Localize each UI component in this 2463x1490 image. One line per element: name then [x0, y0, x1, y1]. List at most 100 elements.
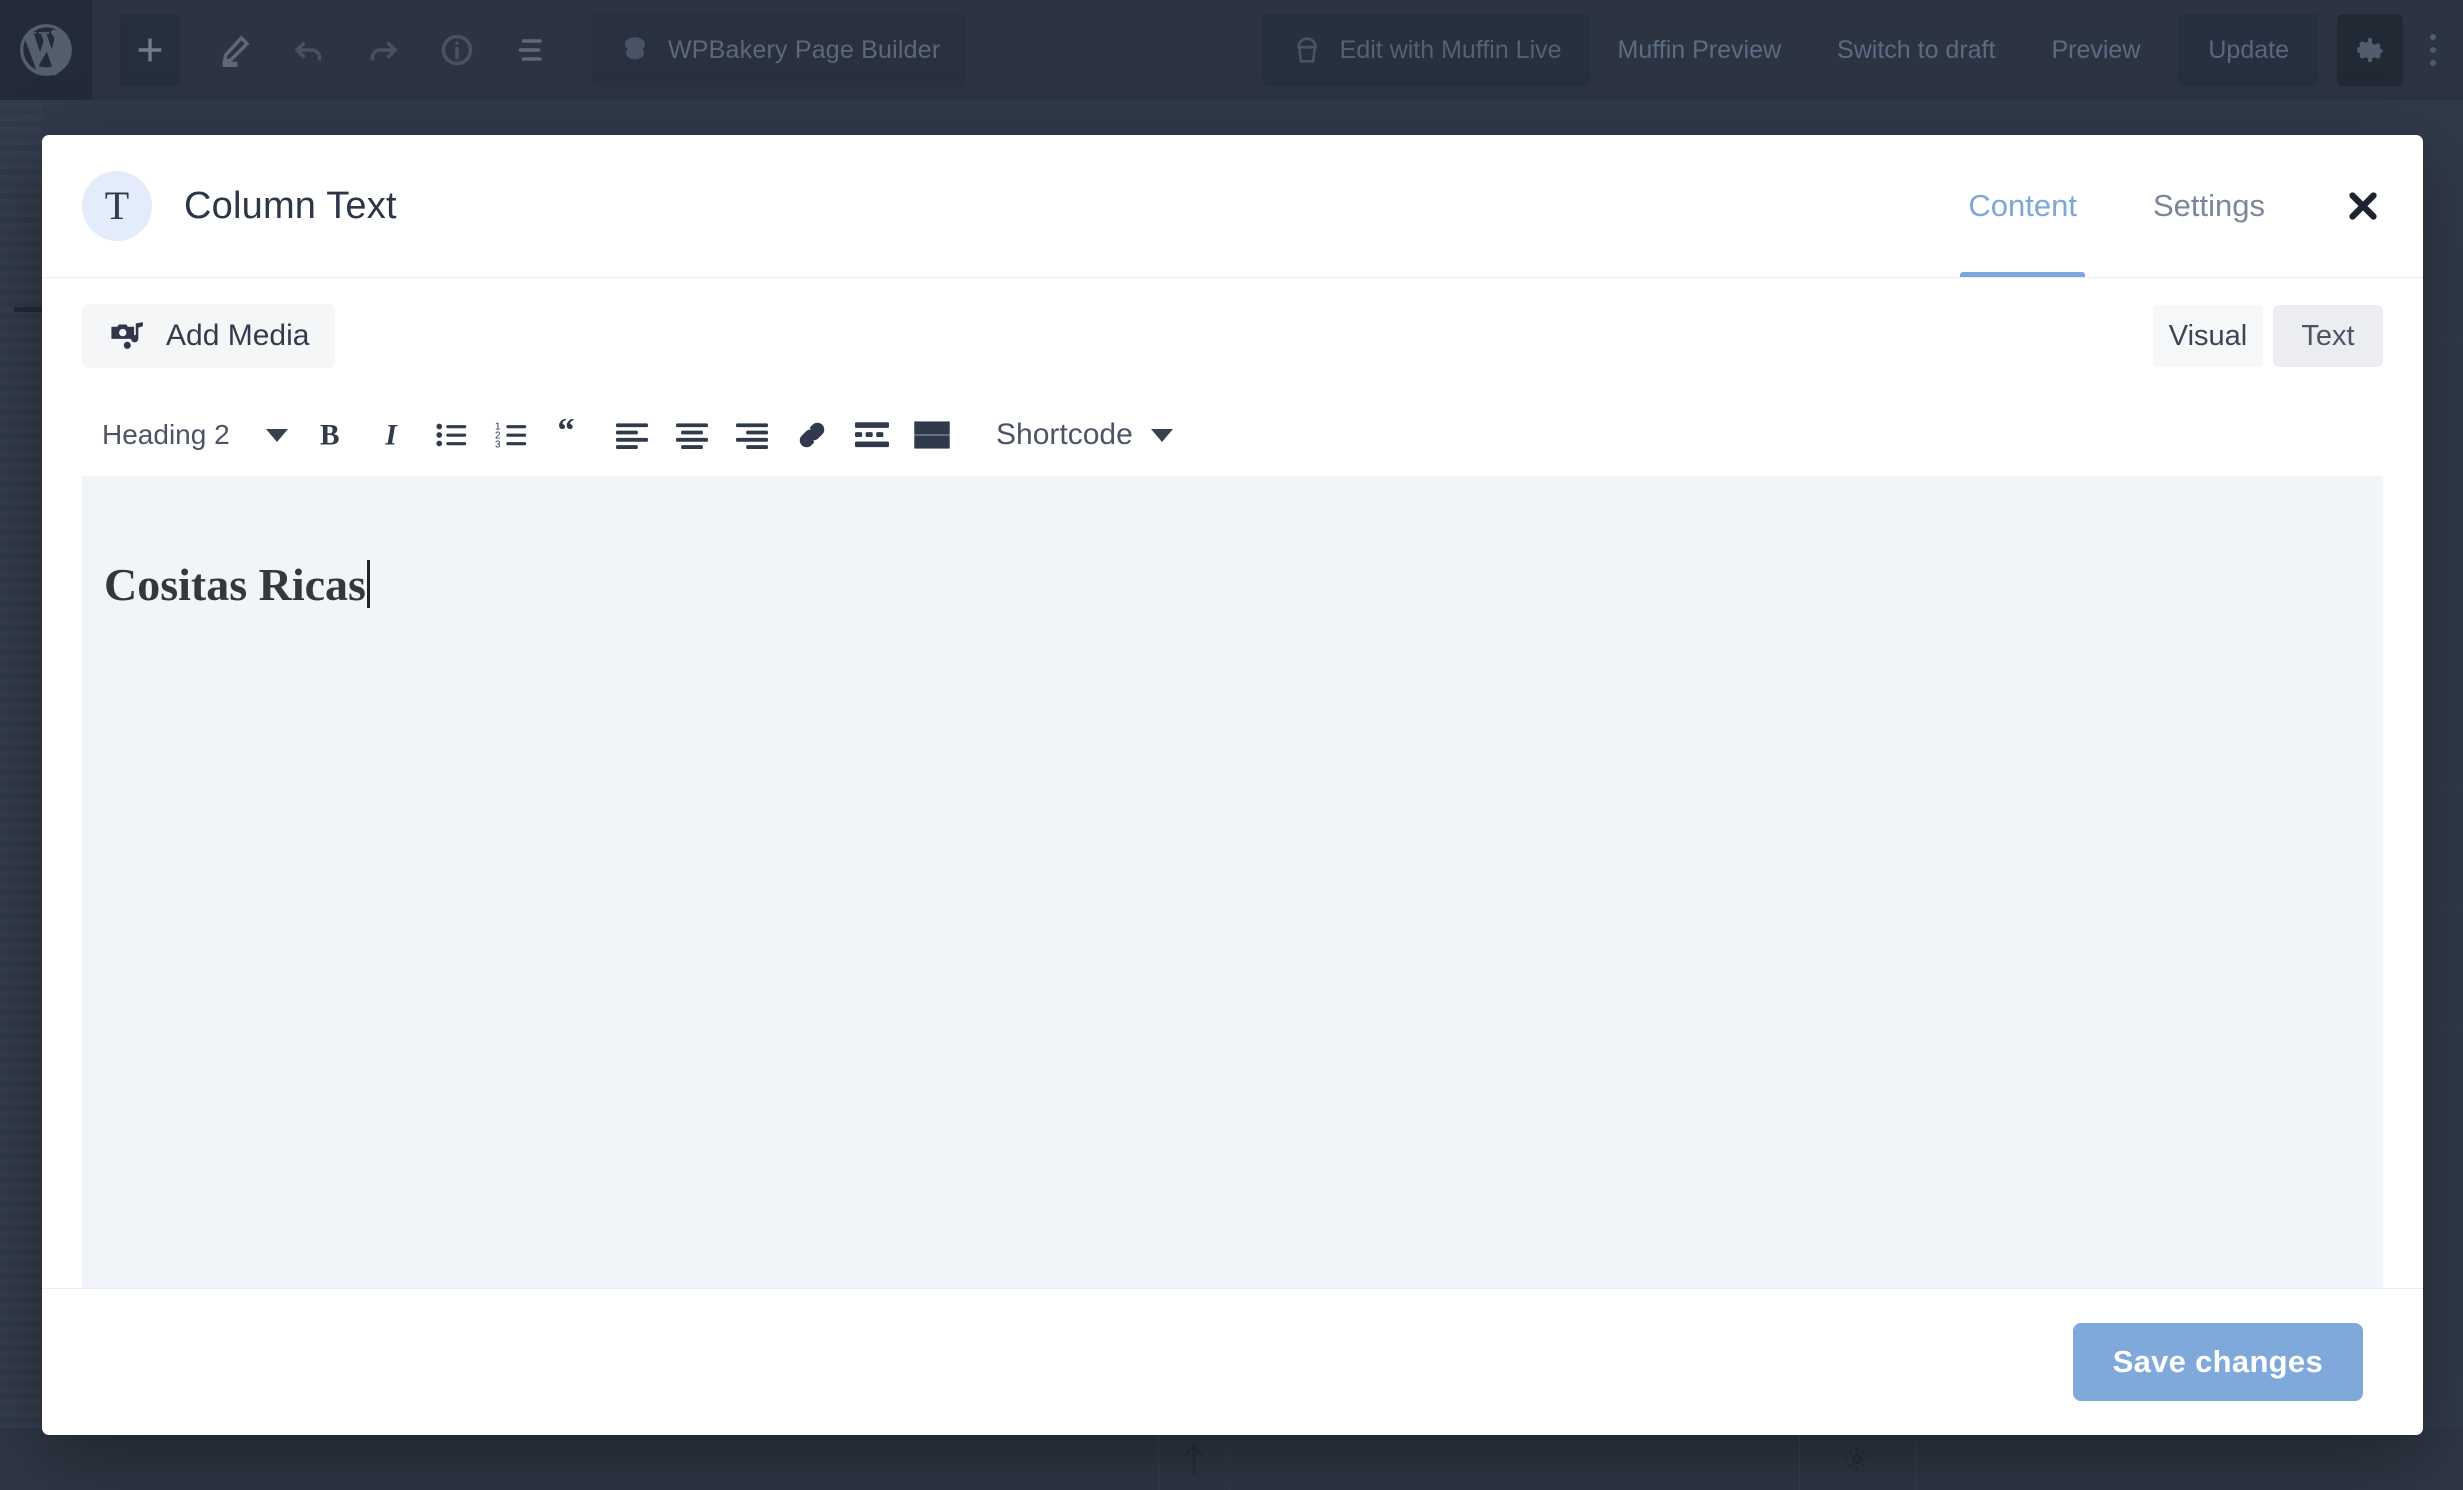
add-media-label: Add Media [166, 319, 310, 352]
column-text-avatar-icon: T [82, 171, 152, 241]
numbered-list-button[interactable]: 1 2 3 [482, 403, 542, 467]
admin-bar-right-tools: Edit with Muffin Live Muffin Preview Swi… [1261, 0, 2463, 100]
bottom-bar-cell-2 [1230, 1428, 1801, 1490]
modal-title: Column Text [184, 184, 397, 227]
chevron-down-icon [266, 428, 288, 442]
wpbakery-page-builder-button[interactable]: WPBakery Page Builder [592, 13, 967, 87]
blockquote-icon: “ [557, 419, 574, 450]
bulleted-list-button[interactable] [422, 403, 482, 467]
close-icon [2349, 192, 2377, 220]
muffin-icon [1296, 37, 1317, 63]
shortcode-dropdown[interactable]: Shortcode [996, 418, 1173, 452]
svg-text:3: 3 [495, 440, 501, 450]
chevron-down-icon [1150, 428, 1173, 442]
wordpress-logo [20, 24, 72, 77]
bottom-bar-cell-1 [0, 1428, 1160, 1490]
list-view-icon [518, 39, 542, 61]
text-mode-button[interactable]: Text [2273, 305, 2383, 367]
admin-bar-left-tools: WPBakery Page Builder [92, 0, 967, 100]
builder-bottom-bar [0, 1428, 2463, 1490]
editor-mode-switch: Visual Text [2153, 305, 2383, 367]
kebab-dot [2430, 34, 2436, 40]
tab-content[interactable]: Content [1930, 135, 2115, 277]
edit-tool-button[interactable] [198, 14, 272, 86]
toolbar-toggle-button[interactable] [902, 403, 962, 467]
muffin-preview-link[interactable]: Muffin Preview [1590, 36, 1810, 65]
modal-footer: Save changes [42, 1288, 2423, 1435]
modal-close-button[interactable] [2303, 135, 2423, 277]
wordpress-logo-button[interactable] [0, 0, 92, 100]
read-more-button[interactable] [842, 403, 902, 467]
svg-text:I: I [384, 419, 398, 451]
column-text-modal: T Column Text Content Settings Add Media… [42, 135, 2423, 1435]
arrow-up-icon [1184, 1444, 1204, 1474]
format-select-value: Heading 2 [102, 419, 230, 450]
modal-tabs: Content Settings [1930, 135, 2423, 277]
kebab-dot [2430, 60, 2436, 66]
editor-content-area[interactable]: Cositas Ricas [82, 476, 2383, 1288]
add-block-button[interactable] [120, 14, 180, 86]
visual-mode-label: Visual [2168, 319, 2248, 352]
wp-admin-bar: WPBakery Page Builder Edit with Muffin L… [0, 0, 2463, 100]
modal-header: T Column Text Content Settings [42, 135, 2423, 278]
save-changes-button[interactable]: Save changes [2072, 1323, 2363, 1401]
pencil-icon [222, 35, 250, 67]
redo-button[interactable] [346, 14, 420, 86]
align-center-button[interactable] [662, 403, 722, 467]
italic-button[interactable]: I [362, 403, 422, 467]
link-icon [799, 422, 825, 448]
editor-format-toolbar: Heading 2 B I 1 2 3 “ Shortcode [82, 394, 2383, 476]
align-left-icon [616, 423, 648, 449]
add-media-button[interactable]: Add Media [82, 304, 336, 368]
bulleted-list-icon [436, 423, 467, 447]
insert-link-button[interactable] [782, 403, 842, 467]
info-icon [441, 34, 473, 66]
bold-icon: B [320, 419, 340, 451]
settings-button[interactable] [2337, 14, 2403, 86]
blockquote-button[interactable]: “ [542, 403, 602, 467]
media-camera-note-icon [111, 322, 143, 349]
kebab-dot [2430, 47, 2436, 53]
bold-button[interactable]: B [302, 403, 362, 467]
italic-icon: I [384, 419, 398, 451]
redo-icon [370, 41, 398, 61]
muffin-live-label: Edit with Muffin Live [1339, 35, 1562, 64]
text-element-letter: T [104, 183, 130, 228]
switch-to-draft-link[interactable]: Switch to draft [1809, 36, 2023, 65]
read-more-icon [855, 422, 889, 448]
editor-media-bar: Add Media Visual Text [82, 278, 2383, 394]
editor-heading[interactable]: Cositas Ricas [82, 558, 370, 611]
tab-settings-label: Settings [2152, 188, 2265, 223]
wpbakery-icon [625, 37, 645, 60]
numbered-list-icon: 1 2 3 [495, 421, 527, 450]
gear-icon [1846, 1447, 1869, 1471]
builder-left-guides [0, 103, 42, 1428]
tab-settings[interactable]: Settings [2115, 135, 2303, 277]
tab-content-label: Content [1968, 188, 2077, 223]
bottom-settings-button[interactable] [1800, 1428, 1916, 1490]
align-center-icon [676, 423, 708, 449]
editor-heading-text: Cositas Ricas [104, 559, 366, 611]
format-select[interactable]: Heading 2 [82, 419, 302, 451]
shortcode-label: Shortcode [996, 418, 1133, 451]
text-cursor [366, 560, 370, 609]
undo-icon [294, 41, 322, 61]
more-options-button[interactable] [2403, 0, 2463, 100]
wpbakery-label: WPBakery Page Builder [668, 35, 941, 64]
toolbar-toggle-icon [914, 421, 950, 449]
align-right-button[interactable] [722, 403, 782, 467]
modal-body: Add Media Visual Text Heading 2 B I 1 2 … [42, 278, 2423, 1288]
visual-mode-button[interactable]: Visual [2153, 305, 2263, 367]
scroll-to-top-button[interactable] [1159, 1428, 1230, 1490]
update-button[interactable]: Update [2178, 14, 2319, 86]
preview-link[interactable]: Preview [2023, 36, 2168, 65]
list-view-button[interactable] [494, 14, 568, 86]
undo-button[interactable] [272, 14, 346, 86]
screen-root: WPBakery Page Builder Edit with Muffin L… [0, 0, 2463, 1490]
edit-with-muffin-live-button[interactable]: Edit with Muffin Live [1261, 14, 1590, 86]
gear-icon [2357, 38, 2383, 62]
plus-icon [138, 38, 162, 62]
details-button[interactable] [420, 14, 494, 86]
align-left-button[interactable] [602, 403, 662, 467]
bottom-bar-cell-3 [1916, 1428, 2463, 1490]
